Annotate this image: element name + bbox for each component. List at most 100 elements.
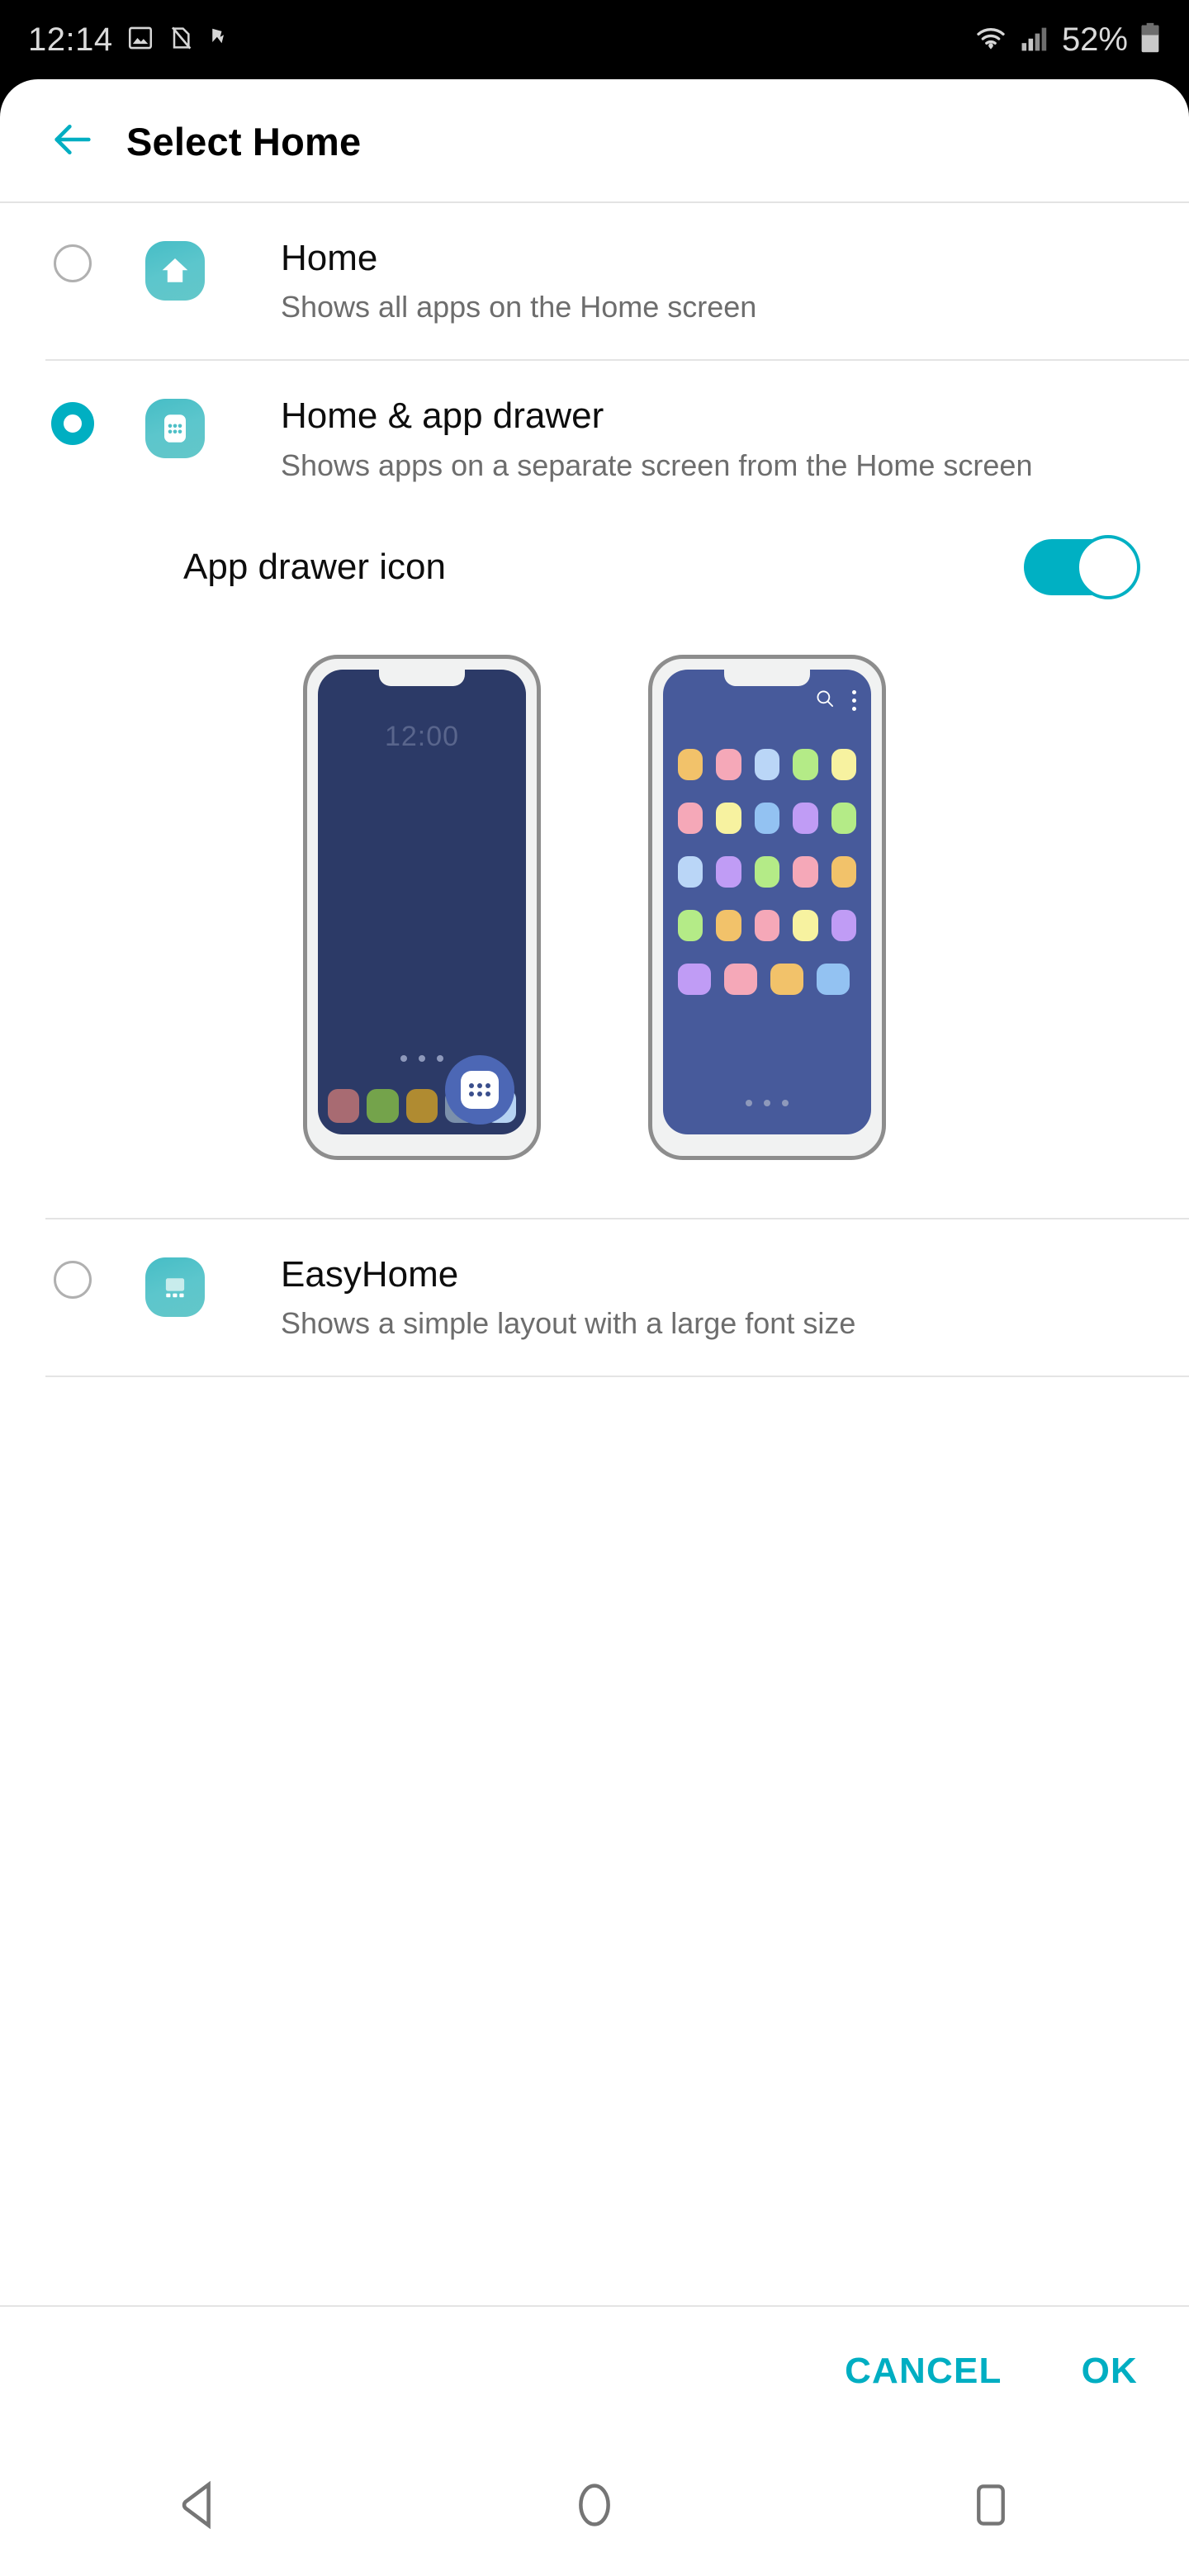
status-bar: 12:14 52% [0,0,1189,79]
preview-clock: 12:00 [384,720,460,752]
option-home-app-drawer[interactable]: Home & app drawer Shows apps on a separa… [0,361,1189,517]
ok-button[interactable]: OK [1082,2351,1138,2392]
preview-app-drawer-display [663,669,871,1134]
image-icon [126,24,154,56]
option-home-title: Home [281,238,378,278]
app-tile [754,855,780,888]
icon-easyhome-cell [145,1254,231,1317]
option-home-text: Home Shows all apps on the Home screen [231,238,806,326]
home-previews: 12:00 [0,617,1189,1218]
app-drawer-icon-row[interactable]: App drawer icon [0,518,1189,617]
page-dot [764,1099,770,1106]
page-dot [746,1099,752,1106]
option-home-subtitle: Shows all apps on the Home screen [281,290,757,324]
option-easyhome-title: EasyHome [281,1253,459,1295]
radio-home-cell[interactable] [0,238,145,282]
option-home-app-drawer-text: Home & app drawer Shows apps on a separa… [231,395,1082,484]
app-tile [754,802,780,834]
radio-easyhome[interactable] [54,1260,92,1299]
dock-tile [328,1088,360,1123]
option-home-app-drawer-title: Home & app drawer [281,395,604,437]
app-tile [831,748,857,780]
preview-home-screen[interactable]: 12:00 [303,654,541,1160]
app-tile [716,909,741,941]
cancel-button[interactable]: CANCEL [845,2351,1002,2392]
radio-home-app-drawer[interactable] [51,402,94,446]
app-tile [793,909,818,941]
home-launcher-icon [145,241,205,301]
app-bar: Select Home [0,79,1189,203]
more-vertical-icon [852,689,856,711]
nav-home-button[interactable] [528,2457,661,2556]
preview-app-grid [678,748,857,995]
app-tile [716,802,741,834]
app-drawer-launcher-icon [145,399,205,459]
option-easyhome-subtitle: Shows a simple layout with a large font … [281,1305,856,1340]
page-dot [419,1054,425,1062]
status-bar-left: 12:14 [28,21,232,59]
nav-home-icon [572,2479,617,2536]
back-button[interactable] [41,110,104,173]
app-drawer-icon-toggle[interactable] [1024,534,1140,599]
nav-back-icon [175,2479,221,2536]
radio-easyhome-cell[interactable] [0,1254,145,1299]
option-home[interactable]: Home Shows all apps on the Home screen [0,203,1189,359]
no-sim-icon [168,24,194,56]
app-tile [831,855,857,888]
app-tile [678,855,703,888]
icon-home-cell [145,238,231,301]
app-tile [793,855,818,888]
wifi-icon [974,24,1007,56]
app-tile [754,909,780,941]
app-grid-row [678,963,856,995]
preview-notch [724,669,810,686]
dock-tile [367,1088,399,1123]
screen-root: 12:14 52% Select Home Home Shows all app… [0,0,1189,2576]
app-tile [831,909,857,941]
nav-recents-button[interactable] [925,2457,1057,2556]
preview-dock [328,1054,517,1125]
app-grid-row [678,855,857,888]
app-drawer-icon [461,1070,499,1109]
radio-home-app-drawer-cell[interactable] [0,395,145,446]
dock-tile [405,1088,438,1123]
toggle-knob [1076,534,1140,599]
app-grid-row [678,909,857,941]
back-arrow-icon [49,116,97,168]
page-dot [437,1054,443,1062]
status-clock: 12:14 [28,21,113,58]
app-tile [678,748,703,780]
preview-app-drawer-screen[interactable] [648,654,886,1160]
page-dot [400,1054,407,1062]
app-tile [678,802,703,834]
signal-icon [1019,24,1050,56]
app-tile [724,963,757,995]
search-icon [814,688,836,713]
page-title: Select Home [126,119,362,163]
status-bar-right: 52% [974,21,1161,59]
checkmark-flag-icon [207,24,232,56]
nav-back-button[interactable] [132,2457,264,2556]
battery-percent: 52% [1061,21,1128,58]
page-dot [782,1099,789,1106]
app-tile [716,748,741,780]
app-drawer-icon-label: App drawer icon [183,546,446,587]
app-grid-row [678,748,857,780]
app-tile [754,748,780,780]
app-tile [793,748,818,780]
preview-notch [379,669,465,686]
dialog-button-bar: CANCEL OK [0,2305,1189,2437]
radio-home[interactable] [54,244,92,282]
dot-grid [469,1082,490,1096]
preview-drawer-toolbar [814,688,856,713]
option-easyhome[interactable]: EasyHome Shows a simple layout with a la… [0,1219,1189,1376]
easyhome-launcher-icon [145,1257,205,1317]
system-navigation-bar [0,2437,1189,2576]
preview-home-screen-display: 12:00 [318,669,526,1134]
app-tile [770,963,803,995]
battery-icon [1139,22,1161,58]
preview-drawer-page-dots [663,1099,871,1106]
option-home-app-drawer-subtitle: Shows apps on a separate screen from the… [281,447,1033,482]
content-sheet: Select Home Home Shows all apps on the H… [0,79,1189,2437]
app-tile [817,963,850,995]
